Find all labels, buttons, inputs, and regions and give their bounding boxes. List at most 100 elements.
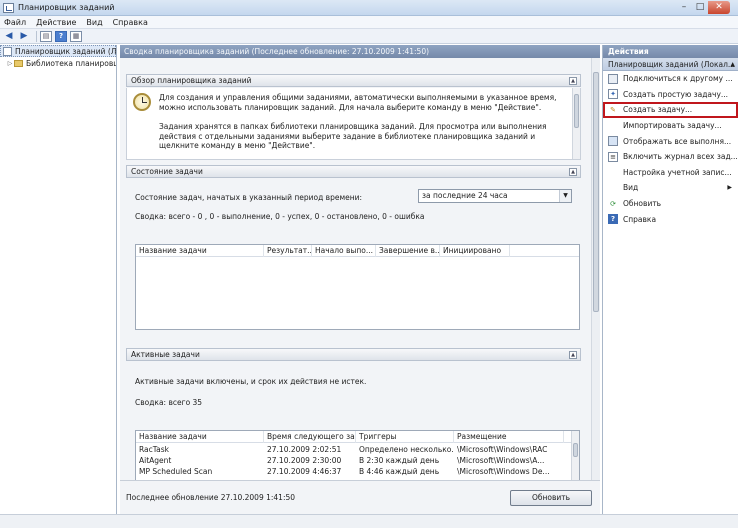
task-scheduler-icon	[3, 46, 12, 56]
running-icon	[608, 136, 618, 147]
scrollbar-thumb[interactable]	[573, 443, 578, 457]
action-display-running[interactable]: Отображать все выполня...	[603, 133, 738, 149]
action-label: Подключиться к другому ...	[623, 74, 733, 84]
actions-pane: Действия Планировщик заданий (Локал... ▲…	[602, 45, 738, 514]
active-table-scrollbar[interactable]	[571, 431, 579, 481]
collapse-icon[interactable]: ▲	[569, 168, 577, 176]
action-label: Отображать все выполня...	[623, 136, 732, 146]
action-create-task[interactable]: ✎ Создать задачу...	[603, 102, 738, 118]
toolbar-separator	[36, 30, 37, 42]
toolbar: ◀ ▶ ▤ ? ▦	[0, 29, 738, 44]
import-icon	[608, 121, 618, 131]
submenu-arrow-icon: ▶	[727, 184, 732, 192]
maximize-icon[interactable]: □	[692, 1, 708, 14]
section-title: Состояние задачи	[131, 167, 203, 176]
collapse-arrow-icon[interactable]: ▲	[730, 58, 735, 70]
close-icon[interactable]: ✕	[708, 1, 730, 14]
location-cell: \Microsoft\Windows De...	[457, 467, 550, 476]
next-run-cell: 27.10.2009 2:02:51	[267, 445, 342, 454]
actions-section-header[interactable]: Планировщик заданий (Локал... ▲	[603, 58, 738, 71]
action-label: Справка	[623, 214, 657, 224]
active-tasks-table: Название задачи Время следующего запу...…	[135, 430, 580, 481]
section-title: Обзор планировщика заданий	[131, 76, 252, 85]
overview-scrollbar[interactable]	[572, 88, 580, 159]
action-label: Создать простую задачу...	[623, 89, 729, 99]
active-table-header: Название задачи Время следующего запу...…	[136, 431, 579, 443]
summary-pane: Сводка планировщика заданий (Последнее о…	[120, 45, 600, 514]
action-account-settings[interactable]: Настройка учетной запис...	[603, 165, 738, 181]
action-label: Включить журнал всех зад...	[623, 152, 738, 162]
tree-item-library[interactable]: ▷ Библиотека планировщ	[0, 57, 116, 69]
collapse-icon[interactable]: ▲	[569, 351, 577, 359]
column-header[interactable]: Результат...	[264, 245, 312, 257]
collapse-icon[interactable]: ▲	[569, 77, 577, 85]
active-note: Активные задачи включены, и срок их дейс…	[135, 377, 367, 386]
table-row[interactable]: RacTask 27.10.2009 2:02:51 Определено не…	[136, 444, 579, 455]
back-arrow-icon[interactable]: ◀	[3, 31, 15, 42]
column-header[interactable]: Инициировано	[440, 245, 510, 257]
show-hide-tree-icon[interactable]: ▤	[40, 30, 52, 42]
section-title: Активные задачи	[131, 350, 200, 359]
log-icon: ≡	[608, 151, 618, 162]
section-active-header[interactable]: Активные задачи ▲	[126, 348, 581, 361]
action-label: Создать задачу...	[623, 105, 693, 115]
column-header[interactable]: Завершение в...	[376, 245, 440, 257]
chevron-down-icon[interactable]: ▼	[559, 190, 571, 202]
table-row[interactable]: AitAgent 27.10.2009 2:30:00 В 2:30 кажды…	[136, 455, 579, 466]
column-header[interactable]: Триггеры	[356, 431, 454, 443]
period-select[interactable]: за последние 24 часа ▼	[418, 189, 572, 203]
action-enable-history[interactable]: ≡ Включить журнал всех зад...	[603, 149, 738, 165]
summary-header: Сводка планировщика заданий (Последнее о…	[120, 45, 600, 58]
column-header[interactable]: Начало выпо...	[312, 245, 376, 257]
scrollbar-thumb[interactable]	[574, 94, 579, 128]
section-status-header[interactable]: Состояние задачи ▲	[126, 165, 581, 178]
active-summary: Сводка: всего 35	[135, 398, 203, 407]
action-label: Настройка учетной запис...	[623, 167, 732, 177]
action-view[interactable]: Вид ▶	[603, 180, 738, 196]
summary-body: Обзор планировщика заданий ▲ Для создани…	[120, 58, 600, 481]
action-create-basic-task[interactable]: ✦ Создать простую задачу...	[603, 87, 738, 103]
status-table: Название задачи Результат... Начало выпо…	[135, 244, 580, 330]
column-header[interactable]: Размещение	[454, 431, 564, 443]
column-header[interactable]: Название задачи	[136, 245, 264, 257]
clock-icon	[133, 93, 151, 111]
task-name-cell: RacTask	[139, 445, 169, 454]
status-bar	[0, 514, 738, 528]
column-header[interactable]: Время следующего запу...	[264, 431, 356, 443]
action-refresh[interactable]: ⟳ Обновить	[603, 196, 738, 212]
next-run-cell: 27.10.2009 2:30:00	[267, 456, 342, 465]
next-run-cell: 27.10.2009 4:46:37	[267, 467, 342, 476]
refresh-button[interactable]: Обновить	[510, 490, 592, 506]
menu-file[interactable]: Файл	[4, 18, 26, 27]
section-overview-header[interactable]: Обзор планировщика заданий ▲	[126, 74, 581, 87]
location-cell: \Microsoft\Windows\A...	[457, 456, 545, 465]
summary-scrollbar[interactable]	[591, 58, 600, 480]
menu-help[interactable]: Справка	[113, 18, 148, 27]
scrollbar-thumb[interactable]	[593, 72, 599, 312]
summary-footer: Последнее обновление 27.10.2009 1:41:50 …	[120, 480, 600, 514]
action-label: Импортировать задачу...	[623, 121, 722, 131]
action-label: Обновить	[623, 199, 662, 209]
status-period-label: Состояние задач, начатых в указанный пер…	[135, 193, 363, 202]
action-import-task[interactable]: Импортировать задачу...	[603, 118, 738, 134]
tree-item-task-scheduler[interactable]: Планировщик заданий (Лока	[0, 45, 116, 57]
refresh-icon: ⟳	[610, 199, 616, 208]
column-header[interactable]: Название задачи	[136, 431, 264, 443]
menu-action[interactable]: Действие	[36, 18, 76, 27]
blank-icon	[608, 183, 618, 193]
actions-title: Действия	[603, 45, 738, 58]
action-help[interactable]: ? Справка	[603, 211, 738, 227]
location-cell: \Microsoft\Windows\RAC	[457, 445, 548, 454]
expand-arrow-icon[interactable]: ▷	[6, 60, 14, 67]
trigger-cell: Определено несколько...	[359, 445, 454, 454]
table-row[interactable]: MP Scheduled Scan 27.10.2009 4:46:37 В 4…	[136, 466, 579, 477]
window-controls: – □ ✕	[676, 1, 730, 14]
action-connect[interactable]: Подключиться к другому ...	[603, 71, 738, 87]
show-hide-action-pane-icon[interactable]: ▦	[70, 30, 82, 42]
status-table-header: Название задачи Результат... Начало выпо…	[136, 245, 579, 257]
menu-view[interactable]: Вид	[86, 18, 102, 27]
connect-icon	[608, 73, 618, 84]
forward-arrow-icon[interactable]: ▶	[18, 31, 30, 42]
minimize-icon[interactable]: –	[676, 1, 692, 14]
help-icon[interactable]: ?	[55, 30, 67, 42]
